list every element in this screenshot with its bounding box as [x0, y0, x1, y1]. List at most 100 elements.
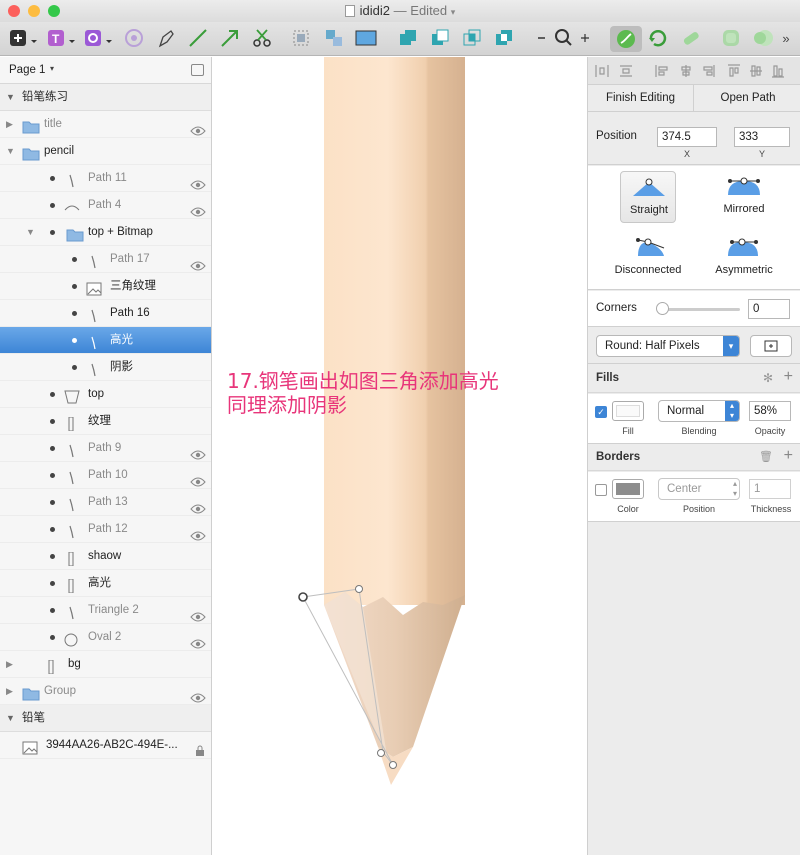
layer-row[interactable]: ▶ bg: [0, 651, 211, 678]
minimize-button[interactable]: [28, 5, 40, 17]
edit-path-icon[interactable]: [610, 26, 642, 52]
gear-icon[interactable]: ✻: [763, 371, 773, 385]
union-icon[interactable]: [398, 27, 418, 49]
fit-to-pixels-button[interactable]: [750, 335, 792, 357]
symbol-icon[interactable]: [124, 27, 144, 49]
layer-row[interactable]: Triangle 2: [0, 597, 211, 624]
point-type-straight[interactable]: Straight: [620, 171, 676, 223]
zoom-control[interactable]: [535, 27, 593, 49]
stepper-icon: ▴ ▾: [732, 479, 737, 498]
corners-input[interactable]: 0: [748, 299, 790, 319]
layer-bullet: [50, 608, 55, 613]
close-button[interactable]: [8, 5, 20, 17]
layer-row[interactable]: Path 11: [0, 165, 211, 192]
layer-row[interactable]: Path 10: [0, 462, 211, 489]
blending-select[interactable]: Normal ▴ ▾: [658, 400, 740, 422]
rounding-select[interactable]: Round: Half Pixels ▾: [596, 335, 740, 357]
pen-tool-icon[interactable]: [156, 27, 176, 49]
disclosure-down-icon[interactable]: ▼: [26, 219, 35, 246]
layer-bullet: [72, 311, 77, 316]
toolbar-overflow-icon[interactable]: »: [778, 27, 794, 49]
layer-name: 三角纹理: [110, 280, 156, 292]
page-selector[interactable]: Page 1 ▾: [0, 57, 211, 84]
add-fill-icon[interactable]: +: [784, 368, 793, 386]
trash-icon[interactable]: 🗑: [759, 450, 773, 463]
point-type-mirrored[interactable]: Mirrored: [712, 171, 776, 223]
add-border-icon[interactable]: +: [784, 447, 793, 465]
disclosure-right-icon[interactable]: ▶: [6, 651, 13, 678]
difference-icon[interactable]: [494, 27, 514, 49]
layer-row[interactable]: 三角纹理: [0, 273, 211, 300]
ungroup-icon[interactable]: [324, 27, 344, 49]
insert-button[interactable]: [10, 27, 38, 49]
layer-row[interactable]: 高光: [0, 570, 211, 597]
intersect-icon[interactable]: [462, 27, 482, 49]
disclosure-down-icon[interactable]: ▼: [6, 138, 15, 165]
layer-row[interactable]: 阴影: [0, 354, 211, 381]
layer-row[interactable]: ▶ title: [0, 111, 211, 138]
layer-row[interactable]: Path 17: [0, 246, 211, 273]
x-position-input[interactable]: 374.5: [657, 127, 717, 147]
open-path-button[interactable]: Open Path: [695, 85, 800, 112]
border-checkbox[interactable]: [595, 484, 607, 496]
layer-row[interactable]: Path 9: [0, 435, 211, 462]
anchor-point[interactable]: [298, 592, 308, 602]
layer-row[interactable]: ▼ 铅笔: [0, 705, 211, 732]
corners-slider[interactable]: [660, 308, 740, 311]
layer-row[interactable]: ▼ 铅笔练习: [0, 84, 211, 111]
flatten-icon[interactable]: [680, 27, 702, 49]
scissors-icon[interactable]: [252, 27, 272, 49]
disclosure-right-icon[interactable]: ▶: [6, 111, 13, 138]
layer-name: Path 16: [110, 307, 150, 319]
border-position-select[interactable]: Center ▴ ▾: [658, 478, 740, 500]
layer-name: Path 4: [88, 199, 122, 211]
layer-row[interactable]: Path 13: [0, 489, 211, 516]
layer-row[interactable]: Oval 2: [0, 624, 211, 651]
layer-row[interactable]: Path 4: [0, 192, 211, 219]
document-status: Edited: [410, 3, 448, 18]
layer-row[interactable]: top: [0, 381, 211, 408]
rotate-icon[interactable]: [647, 27, 669, 49]
layer-row[interactable]: 3944AA26-AB2C-494E-...: [0, 732, 211, 759]
point-type-asymmetric[interactable]: Asymmetric: [708, 232, 780, 284]
subtract-icon[interactable]: [430, 27, 450, 49]
layer-row[interactable]: ▶ Group: [0, 678, 211, 705]
finish-editing-button[interactable]: Finish Editing: [588, 85, 694, 112]
disclosure-down-icon[interactable]: ▼: [6, 705, 15, 732]
align-icons[interactable]: [588, 57, 800, 85]
line-tool-icon[interactable]: [188, 27, 208, 49]
layer-row[interactable]: 高光: [0, 327, 211, 354]
chevron-down-icon[interactable]: ▾: [451, 7, 456, 17]
layer-row[interactable]: ▼ pencil: [0, 138, 211, 165]
layer-row[interactable]: ▼ top + Bitmap: [0, 219, 211, 246]
arrow-tool-icon[interactable]: [220, 27, 240, 49]
corners-slider-thumb[interactable]: [656, 302, 669, 315]
disclosure-right-icon[interactable]: ▶: [6, 678, 13, 705]
point-type-disconnected[interactable]: Disconnected: [608, 232, 688, 284]
layer-row[interactable]: shaow: [0, 543, 211, 570]
group-icon[interactable]: [291, 27, 311, 49]
opacity-input[interactable]: 58%: [749, 401, 791, 421]
thickness-input[interactable]: 1: [749, 479, 791, 499]
symbol-tool-icon[interactable]: [85, 27, 113, 49]
anchor-point[interactable]: [377, 749, 385, 757]
disclosure-down-icon[interactable]: ▼: [6, 84, 15, 111]
canvas[interactable]: 17.钢笔画出如图三角添加高光 同理添加阴影: [213, 57, 587, 855]
scale-icon[interactable]: [752, 27, 774, 49]
fill-color-well[interactable]: [612, 401, 644, 421]
anchor-point[interactable]: [355, 585, 363, 593]
fill-checkbox[interactable]: ✓: [595, 406, 607, 418]
layer-row[interactable]: 纹理: [0, 408, 211, 435]
anchor-point[interactable]: [389, 761, 397, 769]
collapse-pages-icon[interactable]: [191, 64, 204, 76]
mask-icon[interactable]: [355, 27, 377, 49]
layer-name: Path 17: [110, 253, 150, 265]
text-tool-icon[interactable]: T: [48, 27, 76, 49]
layer-row[interactable]: Path 16: [0, 300, 211, 327]
zoom-button[interactable]: [48, 5, 60, 17]
layer-row[interactable]: Path 12: [0, 516, 211, 543]
transform-icon[interactable]: [720, 27, 742, 49]
lock-icon[interactable]: [194, 741, 206, 768]
y-position-input[interactable]: 333: [734, 127, 790, 147]
border-color-well[interactable]: [612, 479, 644, 499]
